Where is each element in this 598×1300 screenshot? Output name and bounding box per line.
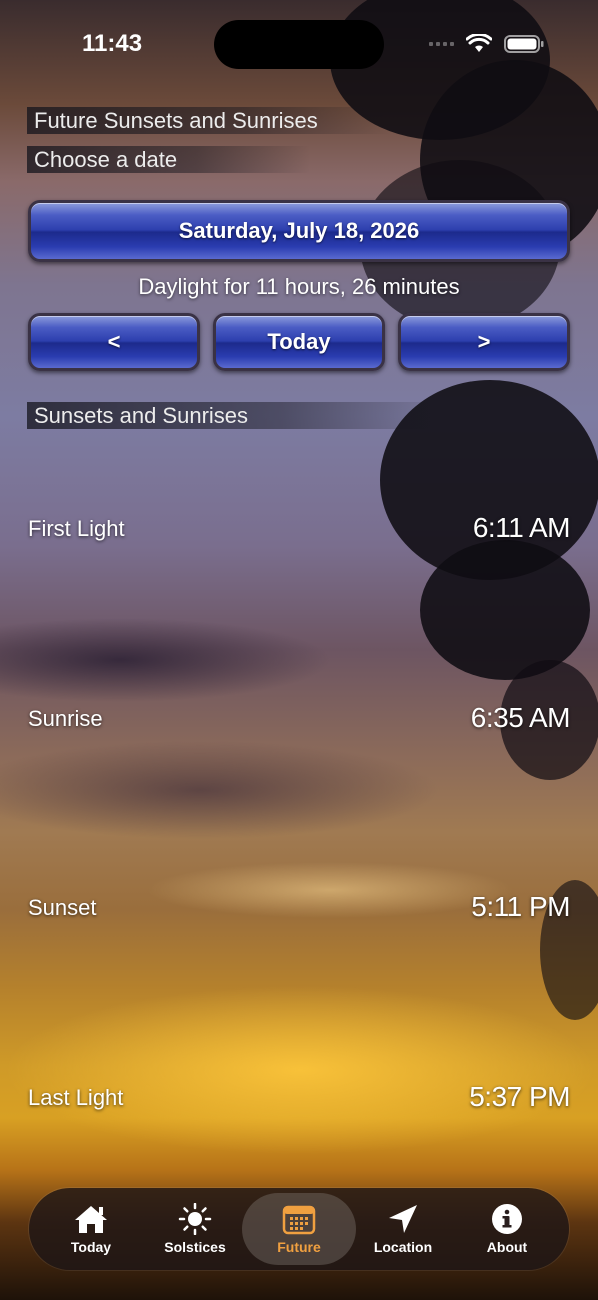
daylight-duration: Daylight for 11 hours, 26 minutes — [138, 274, 460, 299]
tab-label: About — [486, 1239, 528, 1255]
sunset-label: Sunset — [28, 895, 97, 920]
dynamic-island — [214, 20, 384, 69]
signal-icon — [429, 42, 454, 46]
calendar-icon — [282, 1205, 316, 1235]
sunrise-time: 6:35 AM — [470, 702, 571, 733]
battery-icon — [504, 35, 544, 53]
status-icons — [429, 34, 544, 54]
tab-about[interactable]: About — [455, 1188, 559, 1270]
sunrise-label: Sunrise — [28, 706, 103, 731]
next-day-button[interactable]: > — [398, 313, 570, 371]
tab-today[interactable]: Today — [39, 1188, 143, 1270]
page-title: Future Sunsets and Sunrises — [27, 107, 390, 134]
today-button[interactable]: Today — [213, 313, 385, 371]
section-title: Sunsets and Sunrises — [27, 402, 454, 429]
tab-label: Solstices — [164, 1239, 226, 1255]
tab-label: Future — [277, 1239, 321, 1255]
last-light-time: 5:37 PM — [469, 1081, 570, 1112]
tab-location[interactable]: Location — [351, 1188, 455, 1270]
previous-day-button[interactable]: < — [28, 313, 200, 371]
choose-date-label: Choose a date — [27, 146, 310, 173]
first-light-label: First Light — [28, 516, 125, 541]
status-time: 11:43 — [82, 30, 143, 57]
tab-solstices[interactable]: Solstices — [143, 1188, 247, 1270]
tab-label: Location — [373, 1239, 433, 1255]
last-light-label: Last Light — [28, 1085, 124, 1110]
sun-icon — [178, 1203, 212, 1235]
tab-bar: Today Solstices Future Location About — [29, 1188, 569, 1270]
first-light-time: 6:11 AM — [472, 512, 571, 543]
wifi-icon — [466, 34, 492, 52]
date-picker-button[interactable]: Saturday, July 18, 2026 — [28, 200, 570, 262]
tab-future[interactable]: Future — [247, 1188, 351, 1270]
info-icon — [492, 1204, 522, 1234]
location-arrow-icon — [389, 1205, 417, 1233]
sunset-time: 5:11 PM — [471, 891, 570, 922]
tab-label: Today — [70, 1239, 112, 1255]
house-icon — [75, 1206, 107, 1233]
